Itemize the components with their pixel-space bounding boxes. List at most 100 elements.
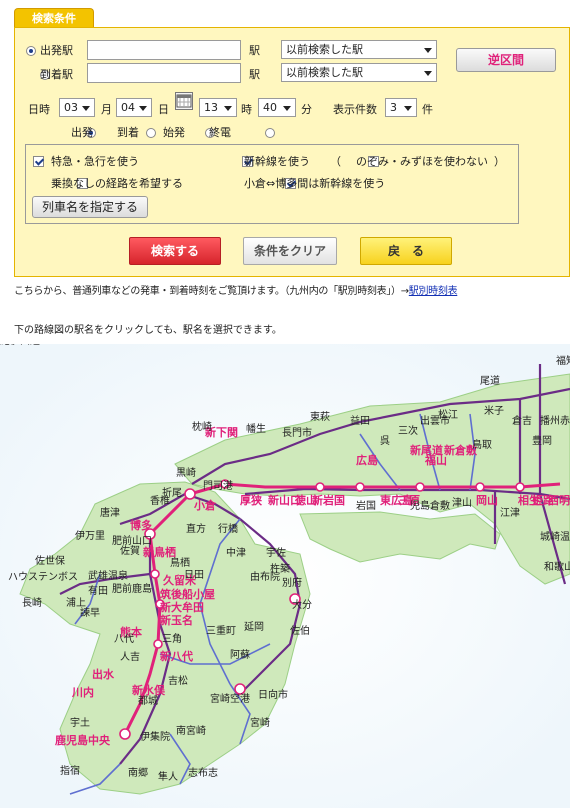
station-label[interactable]: 延岡 bbox=[244, 621, 264, 633]
station-label[interactable]: 津山 bbox=[452, 497, 472, 509]
station-label[interactable]: 南郷 bbox=[128, 766, 148, 779]
result-count-select[interactable]: 3 bbox=[385, 98, 417, 117]
limited-express-checkbox[interactable] bbox=[33, 155, 44, 167]
station-label[interactable]: 肥前鹿島 bbox=[112, 582, 152, 595]
station-label[interactable]: 大分 bbox=[292, 598, 312, 611]
station-label[interactable]: 諫早 bbox=[80, 606, 100, 619]
station-shin-omuta[interactable]: 新大牟田 bbox=[160, 600, 204, 614]
station-nishi-akashi[interactable]: 西明石 bbox=[548, 494, 570, 507]
station-label[interactable]: 呉 bbox=[380, 435, 390, 447]
station-label[interactable]: 三次 bbox=[398, 424, 418, 437]
station-label[interactable]: 志布志 bbox=[188, 766, 218, 779]
station-label[interactable]: 岩国 bbox=[356, 499, 376, 512]
station-label[interactable]: 宮崎 bbox=[250, 716, 270, 729]
station-hiroshima[interactable]: 広島 bbox=[356, 453, 378, 467]
station-label[interactable]: 直方 bbox=[186, 522, 206, 535]
station-label[interactable]: 倉敷 bbox=[430, 499, 450, 512]
station-sendai[interactable]: 川内 bbox=[71, 685, 94, 699]
station-label[interactable]: 城崎温泉 bbox=[540, 530, 570, 543]
station-kokura[interactable]: 小倉 bbox=[193, 498, 217, 512]
station-shin-iwakuni[interactable]: 新岩国 bbox=[312, 493, 345, 507]
station-label[interactable]: 児島 bbox=[410, 499, 430, 512]
station-label[interactable]: 宇佐 bbox=[266, 546, 286, 559]
mode-last-train-radio[interactable] bbox=[264, 128, 275, 138]
station-label[interactable]: 門司港 bbox=[203, 480, 233, 492]
station-label[interactable]: 指宿 bbox=[60, 764, 80, 777]
station-label[interactable]: 三角 bbox=[162, 633, 182, 645]
search-button[interactable]: 検索する bbox=[129, 237, 221, 265]
station-label[interactable]: 有田 bbox=[88, 584, 108, 597]
station-label[interactable]: 益田 bbox=[350, 414, 370, 427]
station-label[interactable]: 折尾 bbox=[162, 486, 182, 499]
station-label[interactable]: 幡生 bbox=[246, 422, 266, 435]
station-label[interactable]: 長崎 bbox=[22, 596, 42, 609]
station-label[interactable]: 東萩 bbox=[310, 410, 330, 423]
station-label[interactable]: 宮崎空港 bbox=[210, 692, 250, 705]
station-label[interactable]: 伊万里 bbox=[75, 530, 105, 542]
station-label[interactable]: 人吉 bbox=[120, 651, 140, 663]
station-shin-yatsushiro[interactable]: 新八代 bbox=[160, 649, 193, 663]
station-label[interactable]: 枕崎 bbox=[192, 420, 212, 433]
departure-input[interactable] bbox=[87, 40, 241, 60]
station-label[interactable]: 日向市 bbox=[258, 688, 288, 701]
station-label[interactable]: 和歌山 bbox=[544, 560, 570, 573]
station-shin-minamata[interactable]: 新水俣 bbox=[132, 683, 166, 697]
departure-history-select[interactable]: 以前検索した駅 bbox=[281, 40, 437, 59]
station-label[interactable]: 都城 bbox=[138, 695, 158, 707]
station-kagoshima-chuo[interactable]: 鹿児島中央 bbox=[55, 733, 111, 747]
mode-arrival-radio[interactable] bbox=[145, 128, 156, 138]
station-label[interactable]: 隼人 bbox=[158, 770, 178, 783]
station-label[interactable]: 鳥栖 bbox=[170, 556, 190, 569]
station-label[interactable]: 中津 bbox=[226, 546, 246, 559]
station-label[interactable]: 行橋 bbox=[218, 522, 238, 535]
month-select[interactable]: 03 bbox=[59, 98, 95, 117]
arrival-input[interactable] bbox=[87, 63, 241, 83]
timetable-link[interactable]: 駅別時刻表 bbox=[409, 286, 458, 297]
station-label[interactable]: 伊集院 bbox=[140, 730, 170, 743]
station-label[interactable]: 吉松 bbox=[168, 674, 188, 687]
station-label[interactable]: 倉吉 bbox=[512, 414, 532, 427]
station-label[interactable]: 鳥取 bbox=[472, 438, 492, 451]
hour-select[interactable]: 13 bbox=[199, 98, 237, 117]
station-hakata[interactable]: 博多 bbox=[130, 518, 152, 532]
station-shin-tamana[interactable]: 新玉名 bbox=[160, 613, 193, 627]
station-label[interactable]: 日田 bbox=[184, 570, 204, 581]
station-label[interactable]: 阿蘇 bbox=[230, 648, 250, 661]
station-label[interactable]: 佐伯 bbox=[290, 624, 310, 637]
station-label[interactable]: 黒崎 bbox=[176, 466, 196, 479]
back-button[interactable]: 戻 る bbox=[360, 237, 452, 265]
station-okayama[interactable]: 岡山 bbox=[476, 493, 498, 507]
station-label[interactable]: 紀伊田辺 bbox=[0, 334, 40, 347]
reverse-route-button[interactable]: 逆区間 bbox=[456, 48, 556, 72]
station-label[interactable]: 別府 bbox=[282, 576, 302, 589]
station-label[interactable]: 八代 bbox=[114, 633, 134, 645]
station-label[interactable]: 松江 bbox=[438, 408, 458, 421]
search-conditions-tab[interactable]: 検索条件 bbox=[14, 8, 94, 29]
departure-radio[interactable] bbox=[26, 46, 36, 56]
station-izumi[interactable]: 出水 bbox=[92, 667, 115, 681]
station-label[interactable]: 武雄温泉 bbox=[88, 569, 128, 582]
station-label[interactable]: 唐津 bbox=[100, 506, 120, 519]
arrival-history-select[interactable]: 以前検索した駅 bbox=[281, 63, 437, 82]
station-label[interactable]: 佐賀 bbox=[120, 545, 140, 557]
station-label[interactable]: 長門市 bbox=[282, 426, 312, 439]
train-name-button[interactable]: 列車名を指定する bbox=[32, 196, 148, 218]
station-chikugo-funagoya[interactable]: 筑後船小屋 bbox=[160, 587, 215, 601]
station-label[interactable]: 佐世保 bbox=[35, 554, 65, 567]
calendar-icon[interactable] bbox=[175, 92, 193, 110]
station-label[interactable]: 杵築 bbox=[270, 562, 290, 575]
station-label[interactable]: 宇土 bbox=[70, 716, 90, 729]
station-label[interactable]: 南宮崎 bbox=[176, 724, 206, 737]
clear-conditions-button[interactable]: 条件をクリア bbox=[243, 237, 337, 265]
station-label[interactable]: 三重町 bbox=[206, 624, 236, 637]
station-label[interactable]: 福知山 bbox=[556, 354, 570, 367]
minute-select[interactable]: 40 bbox=[258, 98, 296, 117]
station-label[interactable]: ハウステンボス bbox=[8, 571, 78, 583]
station-label[interactable]: 尾道 bbox=[480, 374, 500, 387]
station-label[interactable]: 米子 bbox=[484, 404, 504, 417]
station-label[interactable]: 播州赤穂 bbox=[540, 414, 570, 427]
station-asa[interactable]: 厚狭 bbox=[240, 493, 263, 507]
day-select[interactable]: 04 bbox=[116, 98, 152, 117]
station-shin-tosu[interactable]: 新鳥栖 bbox=[143, 545, 176, 559]
station-label[interactable]: 江津 bbox=[500, 507, 520, 519]
